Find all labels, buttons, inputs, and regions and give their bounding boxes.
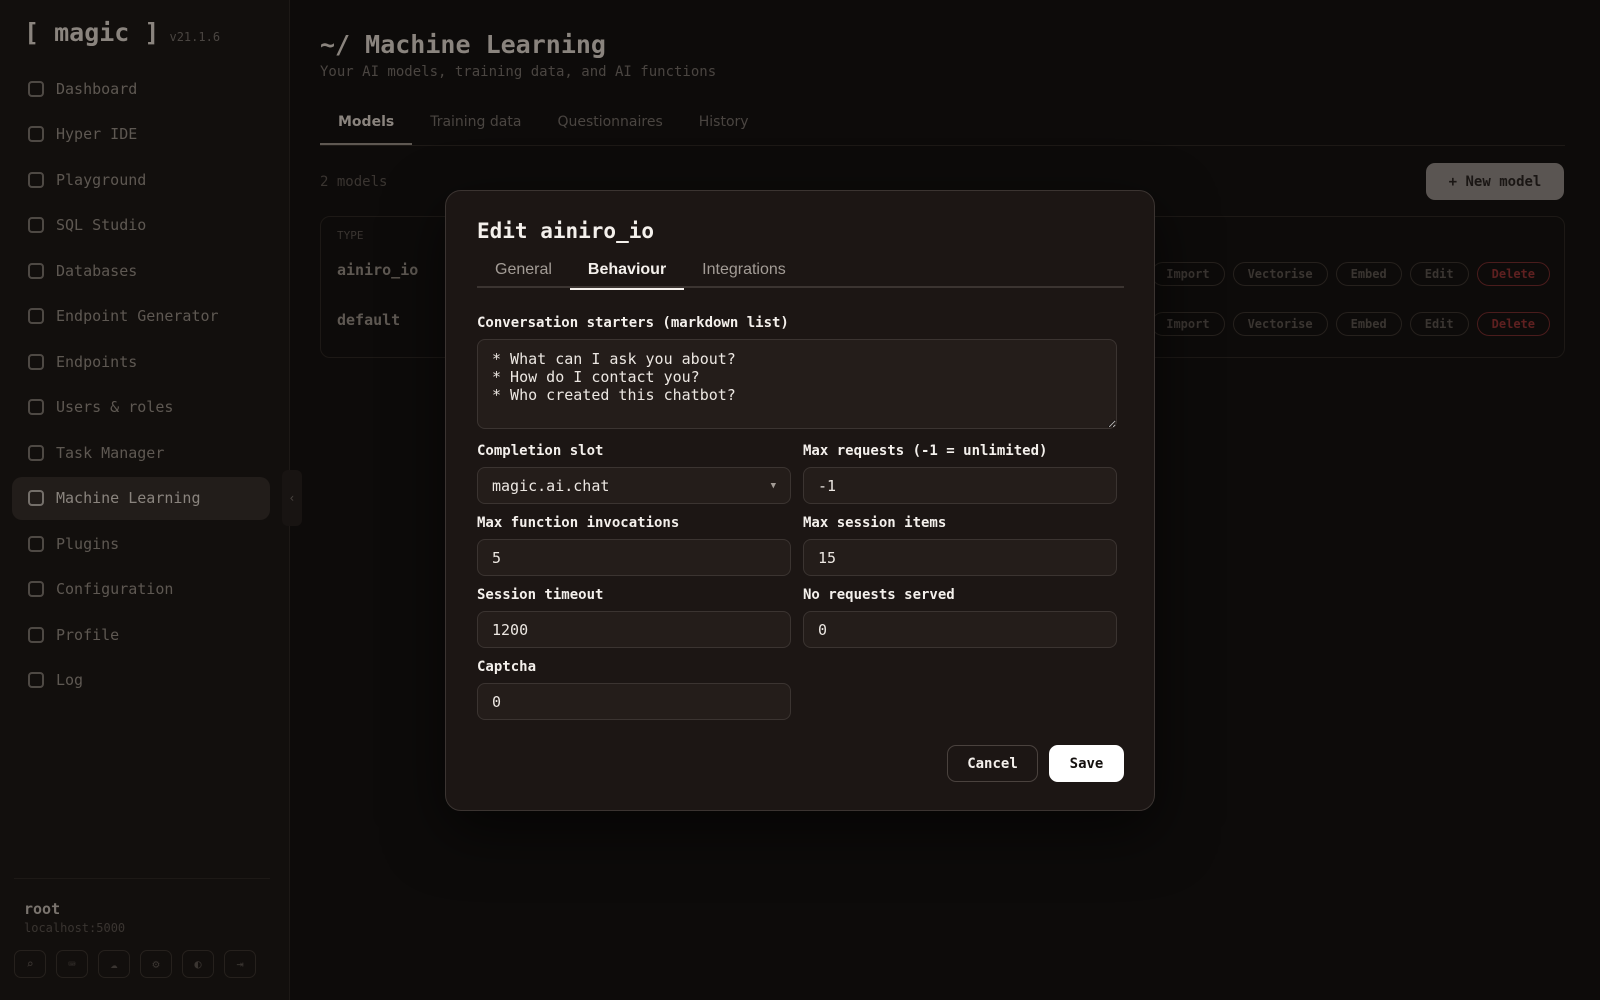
- save-button[interactable]: Save: [1049, 745, 1124, 782]
- max-requests-label: Max requests (-1 = unlimited): [803, 443, 1048, 459]
- cancel-button[interactable]: Cancel: [947, 745, 1038, 782]
- max-session-items-input[interactable]: [803, 539, 1117, 576]
- max-requests-input[interactable]: [803, 467, 1117, 504]
- captcha-label: Captcha: [477, 659, 537, 675]
- no-requests-served-label: No requests served: [803, 587, 955, 603]
- chevron-down-icon: ▼: [770, 480, 776, 491]
- no-requests-served-input[interactable]: [803, 611, 1117, 648]
- completion-slot-label: Completion slot: [477, 443, 604, 459]
- dialog-title: Edit ainiro_io: [477, 219, 655, 243]
- session-timeout-input[interactable]: [477, 611, 791, 648]
- conversation-starters-label: Conversation starters (markdown list): [477, 315, 789, 331]
- completion-slot-select[interactable]: magic.ai.chat ▼: [477, 467, 791, 504]
- conversation-starters-textarea[interactable]: * What can I ask you about? * How do I c…: [477, 339, 1117, 429]
- max-function-invocations-label: Max function invocations: [477, 515, 680, 531]
- max-session-items-label: Max session items: [803, 515, 947, 531]
- max-function-invocations-input[interactable]: [477, 539, 791, 576]
- session-timeout-label: Session timeout: [477, 587, 604, 603]
- completion-slot-value: magic.ai.chat: [492, 476, 610, 495]
- captcha-input[interactable]: [477, 683, 791, 720]
- tab-general[interactable]: General: [477, 261, 570, 288]
- dialog-tabs: General Behaviour Integrations: [477, 261, 1124, 290]
- edit-model-dialog: Edit ainiro_io General Behaviour Integra…: [445, 190, 1155, 811]
- tab-behaviour[interactable]: Behaviour: [569, 261, 685, 290]
- tab-integrations[interactable]: Integrations: [684, 261, 804, 288]
